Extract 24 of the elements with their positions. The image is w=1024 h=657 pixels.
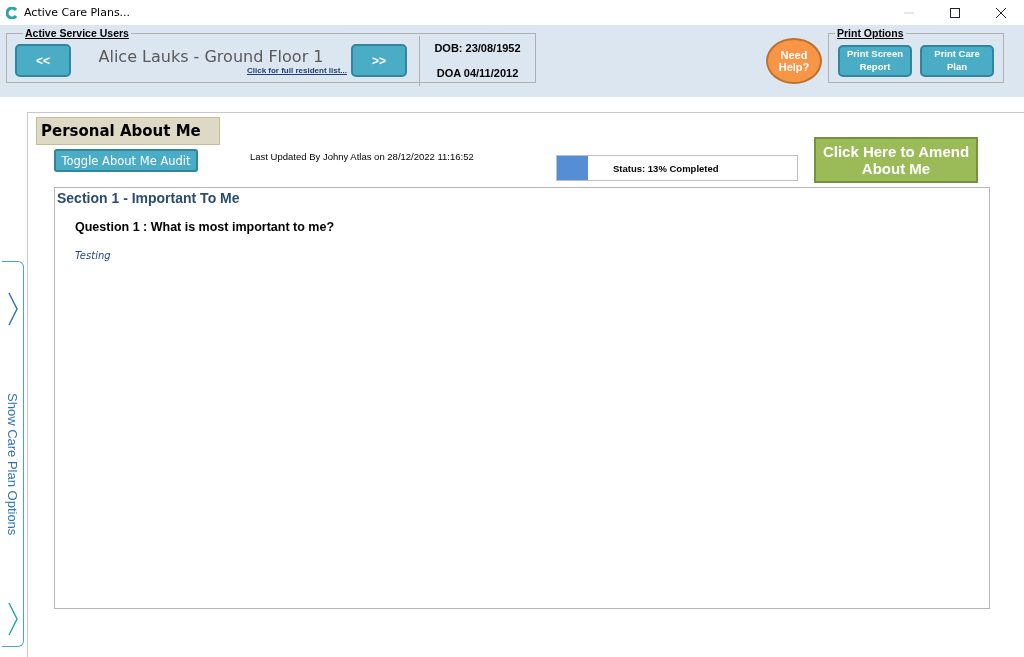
- panel-title: Personal About Me: [36, 117, 220, 145]
- last-updated-text: Last Updated By Johny Atlas on 28/12/2022 11:16:52: [250, 151, 475, 162]
- amend-button[interactable]: Click Here to Amend About Me: [814, 137, 978, 183]
- side-tab[interactable]: Show Care Plan Options: [2, 261, 24, 647]
- dob-text: DOB: 23/08/1952: [434, 42, 521, 54]
- resident-list-link[interactable]: Click for full resident list...: [246, 65, 347, 75]
- answer-text: Testing: [75, 250, 112, 261]
- doa-text: DOA 04/11/2012: [436, 67, 519, 79]
- chevron-icon: [6, 602, 19, 636]
- section-title: Section 1 - Important To Me: [57, 190, 241, 206]
- print-button[interactable]: Print Care Plan: [920, 44, 994, 77]
- print-button[interactable]: Print Screen Report: [838, 44, 912, 77]
- chevron-icon: [6, 292, 19, 326]
- resident-name: Alice Lauks - Ground Floor 1: [98, 46, 324, 66]
- help-button[interactable]: Need Help?: [766, 38, 822, 84]
- previous-button[interactable]: <<: [15, 44, 71, 77]
- question-text: Question 1 : What is most important to me?: [75, 220, 336, 234]
- window-title: Active Care Plans...: [24, 6, 132, 19]
- next-button[interactable]: >>: [351, 44, 407, 77]
- audit-toggle-button[interactable]: Toggle About Me Audit: [54, 149, 198, 172]
- status-label: Status: 13% Completed: [613, 162, 719, 174]
- group-legend: Print Options: [835, 27, 906, 39]
- app-logo-icon: [6, 6, 18, 19]
- group-legend: Active Service Users: [23, 27, 131, 39]
